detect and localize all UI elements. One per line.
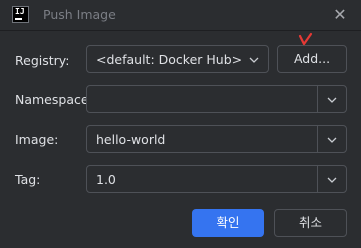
chevron-down-icon[interactable] xyxy=(327,135,337,145)
tag-label: Tag: xyxy=(15,172,41,187)
namespace-combobox[interactable] xyxy=(86,85,347,113)
tag-combobox[interactable]: 1.0 xyxy=(86,165,347,193)
registry-dropdown[interactable]: <default: Docker Hub> xyxy=(86,45,269,73)
namespace-label: Namespace: xyxy=(15,92,93,107)
cancel-button[interactable]: 취소 xyxy=(274,209,347,237)
chevron-down-icon[interactable] xyxy=(327,95,337,105)
ok-button[interactable]: 확인 xyxy=(192,209,264,237)
chevron-down-icon[interactable] xyxy=(327,175,337,185)
title-separator xyxy=(0,30,361,31)
chevron-down-icon xyxy=(249,57,259,63)
intellij-app-icon: IJ xyxy=(12,6,29,23)
add-registry-button[interactable]: Add... xyxy=(277,45,347,73)
image-value[interactable]: hello-world xyxy=(96,132,165,147)
red-checkmark-annotation xyxy=(298,32,313,46)
app-icon-text: IJ xyxy=(15,7,25,16)
registry-value: <default: Docker Hub> xyxy=(96,52,243,67)
registry-label: Registry: xyxy=(15,53,70,68)
tag-value[interactable]: 1.0 xyxy=(96,172,116,187)
window-title: Push Image xyxy=(43,7,116,22)
image-label: Image: xyxy=(15,132,59,147)
title-bar: IJ Push Image ✕ xyxy=(0,0,361,30)
close-icon[interactable]: ✕ xyxy=(329,4,351,26)
image-combobox[interactable]: hello-world xyxy=(86,125,347,153)
